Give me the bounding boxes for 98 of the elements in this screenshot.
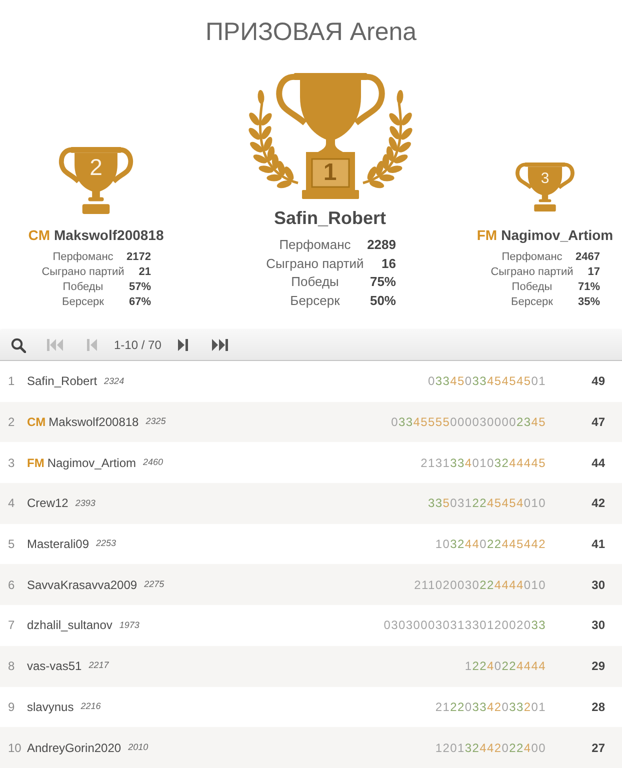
place-number: 1 (322, 159, 338, 187)
player-name[interactable]: AndreyGorin2020 (27, 738, 122, 757)
rank-number: 8 (7, 658, 16, 676)
trophy-icon (57, 145, 135, 216)
score-sheet: 212203342033201 (435, 698, 546, 716)
player-name[interactable]: dzhalil_sultanov (27, 616, 112, 634)
stat-value: 16 (380, 254, 396, 272)
player-name[interactable]: Nagimov_Artiom (47, 454, 136, 472)
trophy-icon (514, 161, 576, 213)
stat-value: 2172 (126, 250, 151, 265)
player-rating: 2275 (144, 578, 164, 592)
stat-value: 71% (576, 280, 600, 295)
stat-value: 17 (586, 265, 600, 280)
place-number: 3 (540, 170, 550, 188)
player-rating: 2216 (80, 700, 101, 714)
total-score: 30 (590, 617, 606, 634)
player-title: FM (27, 454, 44, 472)
stat-value: 67% (128, 295, 151, 310)
score-sheet: 0334503345454501 (428, 373, 546, 390)
stat-label: Сыграно партий (265, 254, 365, 273)
player-name[interactable]: vas-vas51 (27, 657, 82, 676)
stat-value: 75% (368, 273, 396, 291)
player-name[interactable]: Safin_Robert (27, 372, 98, 390)
player-name[interactable]: Nagimov_Artiom (501, 226, 614, 244)
total-score: 29 (590, 658, 606, 676)
score-sheet: 21313340103244445 (420, 454, 546, 472)
score-sheet: 3350312245454010 (428, 495, 546, 512)
player-name[interactable]: Makswolf200818 (54, 226, 164, 244)
player-name[interactable]: Safin_Robert (274, 207, 386, 229)
stat-value: 21 (138, 265, 151, 280)
stat-label: Перфоманс (52, 250, 114, 265)
score-sheet: 211020030224444010 (414, 576, 546, 594)
rank-number: 6 (7, 576, 16, 594)
total-score: 27 (590, 740, 606, 757)
player-rating: 2010 (128, 740, 148, 754)
rank-number: 5 (7, 536, 16, 554)
next-icon (178, 339, 188, 351)
player-rating: 2324 (104, 374, 124, 388)
stat-label: Перфоманс (500, 250, 564, 265)
stat-label: Сыграно партий (490, 265, 574, 280)
stat-label: Победы (290, 273, 340, 291)
standings-row[interactable]: 2 CM Makswolf200818 2325 033455550000300002345 47 (0, 402, 622, 442)
player-name[interactable]: SavvaKrasavva2009 (27, 576, 138, 594)
player-name[interactable]: Crew12 (27, 494, 68, 512)
page-title: ПРИЗОВАЯ Arena (204, 17, 418, 46)
total-score: 49 (590, 373, 606, 390)
player-title: CM (27, 414, 46, 432)
stat-label: Перфоманс (278, 236, 352, 254)
player-rating: 2325 (146, 415, 166, 428)
page-range: 1-10 / 70 (114, 337, 162, 354)
stat-label: Победы (62, 280, 104, 295)
standings-row[interactable]: 4 Crew12 2393 3350312245454010 42 (0, 483, 622, 524)
player-rating: 1973 (119, 618, 140, 632)
player-name[interactable]: slavynus (27, 698, 74, 716)
stat-label: Берсерк (60, 295, 105, 310)
score-sheet: 0303000303133012002033 (384, 617, 546, 634)
rank-number: 4 (7, 495, 16, 512)
score-sheet: 103244022445442 (435, 536, 546, 554)
last-page-icon (212, 339, 228, 351)
player-title: FM (476, 226, 498, 244)
standings-row[interactable]: 6 SavvaKrasavva2009 2275 211020030224444010 30 (0, 564, 622, 606)
score-sheet: 033455550000300002345 (391, 414, 546, 432)
stat-label: Победы (510, 280, 554, 295)
player-title: CM (28, 226, 50, 244)
stat-label: Берсерк (289, 292, 341, 310)
standings-row[interactable]: 10 AndreyGorin2020 2010 120132442022400 27 (0, 727, 622, 768)
player-rating: 2460 (143, 456, 164, 469)
rank-number: 10 (7, 740, 22, 757)
rank-number: 1 (7, 373, 16, 390)
standings-row[interactable]: 8 vas-vas51 2217 12240224444 29 (0, 646, 622, 686)
player-rating: 2217 (88, 659, 109, 672)
score-sheet: 120132442022400 (435, 740, 546, 757)
stat-value: 50% (368, 292, 396, 310)
rank-number: 9 (7, 698, 16, 716)
previous-icon (87, 339, 97, 351)
search-icon (10, 338, 26, 352)
player-name[interactable]: Masterali09 (27, 535, 90, 554)
first-page-icon (47, 339, 63, 351)
stat-value: 57% (128, 280, 151, 295)
total-score: 30 (590, 576, 606, 594)
stat-value: 2289 (366, 236, 396, 254)
total-score: 28 (590, 698, 606, 716)
rank-number: 2 (7, 414, 16, 432)
rank-number: 3 (7, 454, 16, 472)
total-score: 47 (590, 414, 606, 432)
stat-label: Берсерк (510, 295, 554, 310)
rank-number: 7 (7, 617, 16, 634)
total-score: 44 (590, 454, 606, 472)
player-rating: 2393 (75, 496, 96, 510)
total-score: 42 (590, 495, 606, 512)
stat-value: 2467 (574, 250, 600, 265)
player-rating: 2253 (96, 537, 116, 550)
total-score: 41 (590, 536, 606, 554)
place-number: 2 (88, 154, 104, 180)
player-name[interactable]: Makswolf200818 (48, 413, 139, 432)
stat-value: 35% (576, 295, 600, 310)
stat-label: Сыграно партий (41, 265, 125, 280)
score-sheet: 12240224444 (464, 658, 546, 676)
